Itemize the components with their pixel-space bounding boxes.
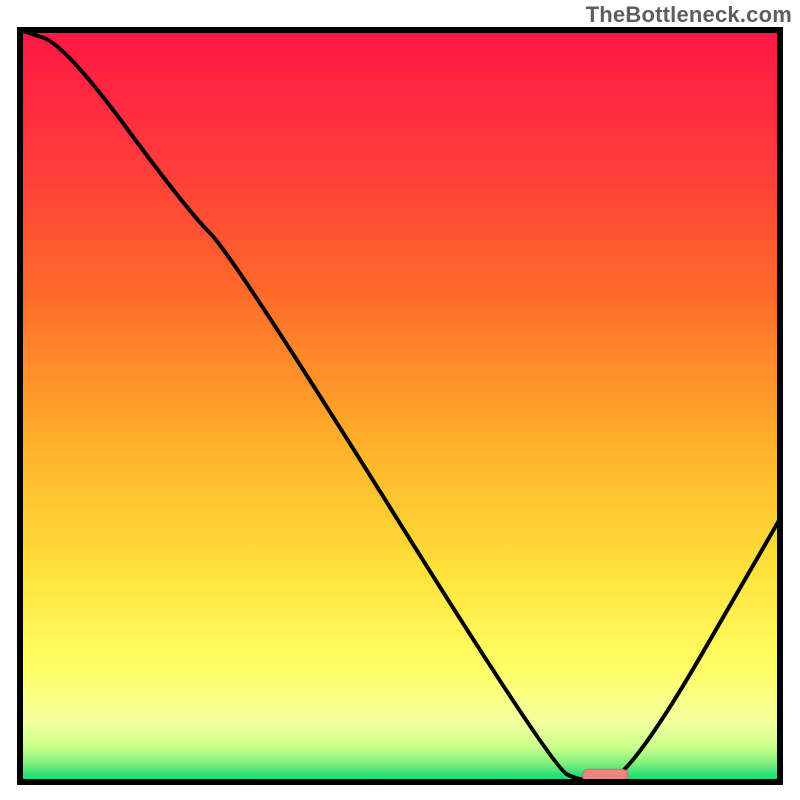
chart-frame: TheBottleneck.com [0, 0, 800, 800]
bottleneck-chart [0, 0, 800, 800]
plot-background-gradient [20, 30, 780, 782]
watermark-label: TheBottleneck.com [586, 2, 792, 28]
